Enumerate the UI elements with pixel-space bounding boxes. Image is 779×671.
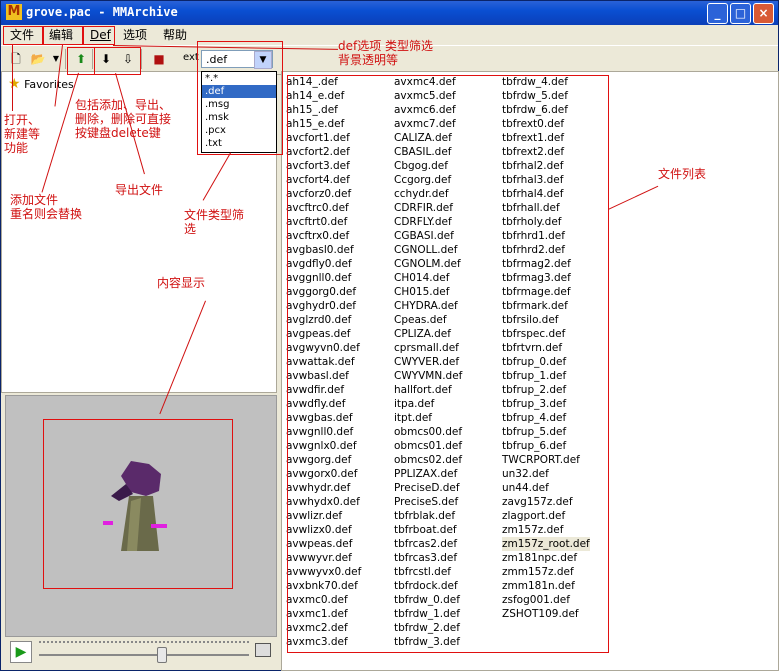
app-icon: M (6, 4, 22, 20)
close-button[interactable]: × (753, 3, 774, 24)
background-cube-icon[interactable]: ■ (150, 50, 168, 68)
annotation-box (197, 41, 283, 155)
annotation-box (43, 419, 233, 589)
dropdown-arrow-icon[interactable]: ▼ (47, 50, 65, 68)
annotation-file-open: 打开、 新建等 功能 (4, 113, 41, 155)
annotation-def-options: def选项 类型筛选 (338, 39, 434, 53)
slider-thumb[interactable] (157, 647, 167, 663)
annotation-add-file: 添加文件 重名则会替换 (10, 193, 83, 221)
app-window: M grove.pac - MMArchive _ □ × 文件 编辑 Def … (0, 0, 779, 671)
annotation-box (3, 26, 43, 45)
annotation-file-type-filter: 文件类型筛 选 (184, 208, 245, 236)
open-folder-icon[interactable]: 📂 (29, 50, 47, 68)
annotation-box (83, 26, 115, 45)
annotation-bg-transparent: 背景透明等 (338, 53, 399, 67)
annotation-add-export: 包括添加、导出、 删除，删除可直接 按键盘delete键 (75, 98, 172, 140)
window-title: grove.pac - MMArchive (26, 5, 178, 19)
favorites-item[interactable]: ★ Favorites (8, 76, 74, 92)
toolbar-separator (65, 49, 66, 69)
menu-options[interactable]: 选项 (123, 27, 147, 43)
annotation-export-file: 导出文件 (115, 183, 164, 197)
menu-help[interactable]: 帮助 (163, 27, 187, 43)
playback-bar: ▶ (5, 637, 275, 667)
title-bar[interactable]: M grove.pac - MMArchive _ □ × (1, 1, 778, 25)
star-icon: ★ (8, 76, 21, 92)
new-document-icon[interactable]: 🗋 (7, 50, 25, 68)
annotation-box (287, 75, 609, 653)
annotation-file-list: 文件列表 (658, 167, 707, 181)
annotation-box (43, 26, 83, 45)
fit-view-icon[interactable] (255, 643, 271, 657)
minimize-button[interactable]: _ (707, 3, 728, 24)
annotation-line (12, 45, 13, 111)
frame-slider[interactable] (39, 654, 249, 656)
favorites-label: Favorites (24, 78, 74, 91)
annotation-box (94, 47, 141, 75)
toolbar-separator (141, 49, 142, 69)
slider-ticks (39, 641, 249, 647)
maximize-button[interactable]: □ (730, 3, 751, 24)
play-button[interactable]: ▶ (10, 641, 32, 663)
annotation-content-display: 内容显示 (157, 276, 206, 290)
annotation-box (67, 47, 95, 75)
